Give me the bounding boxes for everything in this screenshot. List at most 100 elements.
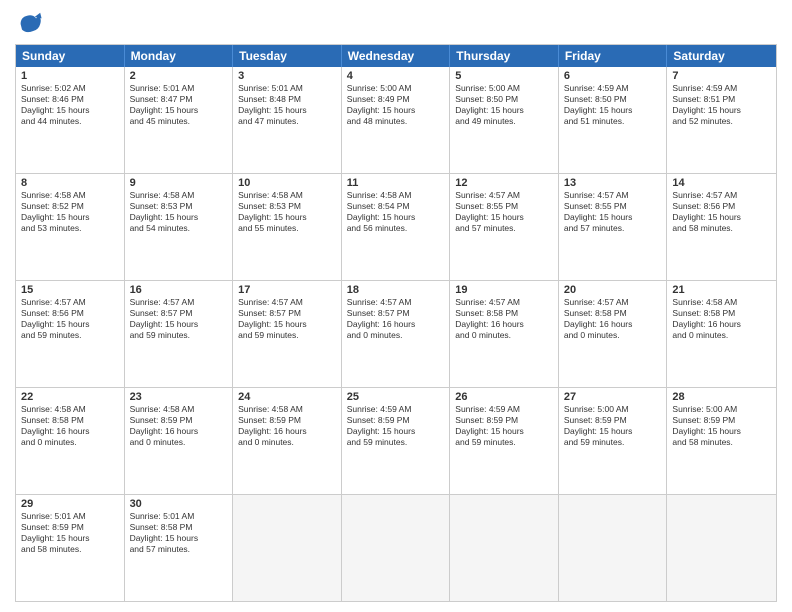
cell-line: and 55 minutes.	[238, 223, 336, 234]
calendar-cell: 21Sunrise: 4:58 AMSunset: 8:58 PMDayligh…	[667, 281, 776, 387]
cell-line: Daylight: 16 hours	[130, 426, 228, 437]
calendar-cell: 2Sunrise: 5:01 AMSunset: 8:47 PMDaylight…	[125, 67, 234, 173]
cell-line: Sunrise: 5:01 AM	[21, 511, 119, 522]
cell-line: and 0 minutes.	[347, 330, 445, 341]
calendar-cell: 4Sunrise: 5:00 AMSunset: 8:49 PMDaylight…	[342, 67, 451, 173]
cell-line: and 59 minutes.	[347, 437, 445, 448]
cell-line: Sunrise: 4:58 AM	[238, 190, 336, 201]
cell-line: Sunrise: 4:57 AM	[21, 297, 119, 308]
cell-line: and 57 minutes.	[455, 223, 553, 234]
calendar-header-day: Monday	[125, 45, 234, 67]
cell-line: Sunrise: 5:01 AM	[238, 83, 336, 94]
cell-line: and 47 minutes.	[238, 116, 336, 127]
calendar-cell	[342, 495, 451, 601]
calendar-row: 1Sunrise: 5:02 AMSunset: 8:46 PM Daylight…	[16, 67, 776, 173]
calendar-row: 8Sunrise: 4:58 AMSunset: 8:52 PMDaylight…	[16, 173, 776, 280]
calendar: SundayMondayTuesdayWednesdayThursdayFrid…	[15, 44, 777, 602]
day-number: 1	[21, 70, 119, 82]
cell-line: Sunrise: 4:57 AM	[564, 190, 662, 201]
calendar-cell: 18Sunrise: 4:57 AMSunset: 8:57 PMDayligh…	[342, 281, 451, 387]
calendar-cell: 20Sunrise: 4:57 AMSunset: 8:58 PMDayligh…	[559, 281, 668, 387]
cell-line: and 0 minutes.	[21, 437, 119, 448]
page: SundayMondayTuesdayWednesdayThursdayFrid…	[0, 0, 792, 612]
cell-line: Sunrise: 5:01 AM	[130, 83, 228, 94]
cell-line: and 56 minutes.	[347, 223, 445, 234]
cell-line: Daylight: 15 hours	[130, 105, 228, 116]
cell-line: and 59 minutes.	[238, 330, 336, 341]
cell-line: Sunset: 8:50 PM	[455, 94, 553, 105]
header	[15, 10, 777, 38]
calendar-cell: 3Sunrise: 5:01 AMSunset: 8:48 PMDaylight…	[233, 67, 342, 173]
cell-line: Sunset: 8:46 PM	[21, 94, 119, 105]
cell-line: Daylight: 15 hours	[130, 212, 228, 223]
logo	[15, 10, 47, 38]
calendar-cell: 17Sunrise: 4:57 AMSunset: 8:57 PMDayligh…	[233, 281, 342, 387]
cell-line: and 0 minutes.	[564, 330, 662, 341]
day-number: 5	[455, 70, 553, 82]
day-number: 6	[564, 70, 662, 82]
calendar-cell: 14Sunrise: 4:57 AMSunset: 8:56 PMDayligh…	[667, 174, 776, 280]
cell-line: Sunrise: 4:59 AM	[672, 83, 771, 94]
calendar-cell	[450, 495, 559, 601]
day-number: 27	[564, 391, 662, 403]
day-number: 4	[347, 70, 445, 82]
cell-line: and 59 minutes.	[21, 330, 119, 341]
cell-line: Daylight: 15 hours	[130, 319, 228, 330]
cell-line: Sunset: 8:52 PM	[21, 201, 119, 212]
calendar-cell: 9Sunrise: 4:58 AMSunset: 8:53 PMDaylight…	[125, 174, 234, 280]
cell-line: and 59 minutes.	[455, 437, 553, 448]
cell-line: Daylight: 16 hours	[238, 426, 336, 437]
cell-line: Daylight: 15 hours	[347, 212, 445, 223]
cell-line: Daylight: 15 hours	[130, 533, 228, 544]
cell-line: Sunset: 8:59 PM	[564, 415, 662, 426]
day-number: 22	[21, 391, 119, 403]
cell-line: Sunrise: 4:57 AM	[455, 297, 553, 308]
cell-line: Sunrise: 5:00 AM	[347, 83, 445, 94]
calendar-header-day: Friday	[559, 45, 668, 67]
calendar-body: 1Sunrise: 5:02 AMSunset: 8:46 PM Daylight…	[16, 67, 776, 601]
cell-line: Daylight: 15 hours	[238, 212, 336, 223]
cell-line: Daylight: 16 hours	[347, 319, 445, 330]
day-number: 16	[130, 284, 228, 296]
cell-line: Sunset: 8:53 PM	[130, 201, 228, 212]
day-number: 30	[130, 498, 228, 510]
cell-line: and 59 minutes.	[130, 330, 228, 341]
cell-line: and 0 minutes.	[130, 437, 228, 448]
cell-line: and 58 minutes.	[21, 544, 119, 555]
day-number: 14	[672, 177, 771, 189]
cell-line: Sunrise: 5:02 AM	[21, 83, 119, 94]
cell-line: and 58 minutes.	[672, 437, 771, 448]
calendar-cell: 11Sunrise: 4:58 AMSunset: 8:54 PMDayligh…	[342, 174, 451, 280]
cell-line: Sunrise: 4:58 AM	[21, 404, 119, 415]
cell-line: Daylight: 15 hours	[238, 105, 336, 116]
calendar-cell: 10Sunrise: 4:58 AMSunset: 8:53 PMDayligh…	[233, 174, 342, 280]
cell-line: Daylight: 15 hours	[672, 426, 771, 437]
cell-line: Sunrise: 4:58 AM	[672, 297, 771, 308]
calendar-cell	[559, 495, 668, 601]
cell-line: and 0 minutes.	[672, 330, 771, 341]
calendar-cell: 26Sunrise: 4:59 AMSunset: 8:59 PMDayligh…	[450, 388, 559, 494]
cell-line: Sunrise: 4:59 AM	[347, 404, 445, 415]
day-number: 3	[238, 70, 336, 82]
calendar-header-day: Thursday	[450, 45, 559, 67]
calendar-cell: 24Sunrise: 4:58 AMSunset: 8:59 PMDayligh…	[233, 388, 342, 494]
cell-line: Sunrise: 5:00 AM	[564, 404, 662, 415]
cell-line: and 57 minutes.	[564, 223, 662, 234]
cell-line: and 51 minutes.	[564, 116, 662, 127]
cell-line: Daylight: 15 hours	[564, 105, 662, 116]
day-number: 10	[238, 177, 336, 189]
calendar-row: 15Sunrise: 4:57 AMSunset: 8:56 PMDayligh…	[16, 280, 776, 387]
cell-line: Sunset: 8:54 PM	[347, 201, 445, 212]
calendar-cell: 1Sunrise: 5:02 AMSunset: 8:46 PMDaylight…	[16, 67, 125, 173]
cell-line: Sunset: 8:51 PM	[672, 94, 771, 105]
cell-line: Daylight: 16 hours	[455, 319, 553, 330]
cell-line: Daylight: 15 hours	[21, 319, 119, 330]
cell-line: and 59 minutes.	[564, 437, 662, 448]
calendar-row: 29Sunrise: 5:01 AMSunset: 8:59 PMDayligh…	[16, 494, 776, 601]
cell-line: Sunset: 8:56 PM	[21, 308, 119, 319]
cell-line: and 58 minutes.	[672, 223, 771, 234]
cell-line: Sunset: 8:59 PM	[455, 415, 553, 426]
day-number: 12	[455, 177, 553, 189]
calendar-cell: 25Sunrise: 4:59 AMSunset: 8:59 PMDayligh…	[342, 388, 451, 494]
cell-line: and 48 minutes.	[347, 116, 445, 127]
